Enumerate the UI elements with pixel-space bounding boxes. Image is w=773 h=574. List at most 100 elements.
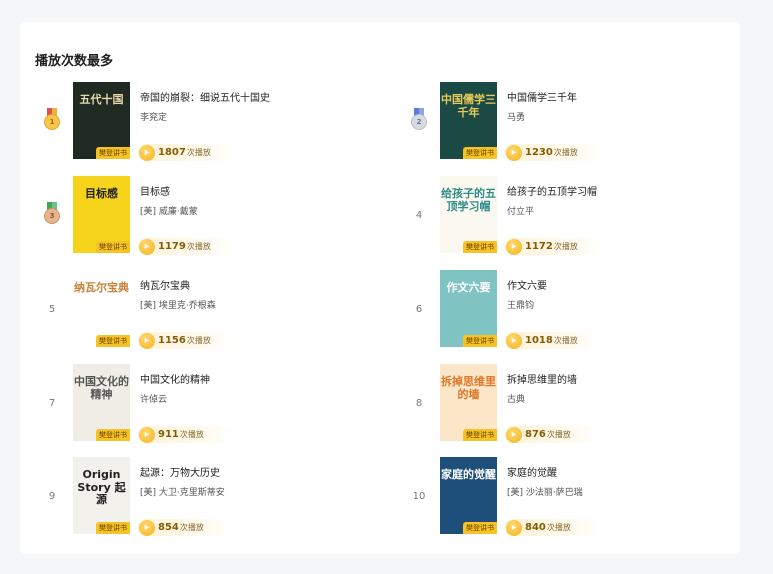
book-title[interactable]: 给孩子的五顶学习帽 [507,183,597,198]
rank-number: 4 [415,209,423,221]
rank-medal: 3 [40,176,64,254]
book-author: [美] 大卫·克里斯蒂安 [140,488,225,498]
play-suffix: 次播放 [179,523,204,532]
play-count-number: 1807 [158,147,186,158]
book-author: 付立平 [507,207,535,217]
play-icon: ▶ [139,426,155,443]
cover-title: 中国儒学三千年 [441,93,496,119]
tag-label: 樊登讲书 [463,429,497,441]
play-suffix: 次播放 [553,336,578,345]
book-title[interactable]: 拆掉思维里的墙 [507,371,577,386]
play-count-number: 876 [525,429,546,440]
book-item[interactable]: 2 中国儒学三千年 樊登讲书 中国儒学三千年 马勇 ▶ 1230 次播放 [407,82,747,161]
book-item[interactable]: 9 Origin Story 起源 樊登讲书 起源：万物大历史 [美] 大卫·克里斯蒂安… [40,457,380,536]
book-title[interactable]: 作文六要 [507,277,547,292]
book-cover[interactable]: Origin Story 起源樊登讲书 [73,457,130,534]
play-icon: ▶ [139,144,155,161]
book-title[interactable]: 纳瓦尔宝典 [140,277,190,292]
play-suffix: 次播放 [546,430,571,439]
cover-title: 五代十国 [79,93,124,106]
cover-title: 家庭的觉醒 [441,468,496,481]
book-title[interactable]: 家庭的觉醒 [507,464,557,479]
book-cover[interactable]: 中国儒学三千年樊登讲书 [440,82,497,159]
play-count-number: 1018 [525,335,553,346]
cover-title: 作文六要 [446,281,491,294]
play-suffix: 次播放 [186,242,211,251]
cover-title: 纳瓦尔宝典 [74,281,129,294]
play-icon: ▶ [139,238,155,255]
play-icon: ▶ [506,519,522,536]
play-count: ▶ 1156 次播放 [138,332,234,349]
tag-label: 樊登讲书 [96,147,130,159]
book-title[interactable]: 目标感 [140,183,170,198]
play-count-number: 911 [158,429,179,440]
tag-label: 樊登讲书 [96,241,130,253]
book-author: [美] 埃里克·乔根森 [140,301,216,311]
book-author: [美] 威廉·戴蒙 [140,207,198,217]
play-count: ▶ 876 次播放 [505,426,601,443]
book-cover[interactable]: 作文六要樊登讲书 [440,270,497,347]
play-suffix: 次播放 [553,148,578,157]
tag-label: 樊登讲书 [463,335,497,347]
rank-number: 5 [48,303,56,315]
play-icon: ▶ [506,238,522,255]
cover-title: Origin Story 起源 [77,468,126,507]
book-author: 马勇 [507,113,526,123]
cover-title: 给孩子的五顶学习帽 [441,187,496,213]
rank-medal: 2 [407,82,431,160]
play-count: ▶ 840 次播放 [505,519,601,536]
book-cover[interactable]: 拆掉思维里的墙 樊登讲书 [440,364,497,441]
rank-number: 2 [411,114,427,130]
medal-icon: 3 [44,202,60,228]
play-count: ▶ 911 次播放 [138,426,234,443]
play-icon: ▶ [139,519,155,536]
play-count-number: 1172 [525,241,553,252]
tag-label: 樊登讲书 [96,522,130,534]
tag-label: 樊登讲书 [463,522,497,534]
book-item[interactable]: 8 拆掉思维里的墙 樊登讲书 拆掉思维里的墙 古典 ▶ 876 次播放 [407,364,747,443]
book-item[interactable]: 1 五代十国 樊登讲书 帝国的崩裂：细说五代十国史 李兖定 ▶ 1807 次播放 [40,82,380,161]
rank-number: 8 [415,397,423,409]
book-title[interactable]: 中国儒学三千年 [507,89,577,104]
play-count-number: 1156 [158,335,186,346]
book-cover[interactable]: 五代十国樊登讲书 [73,82,130,159]
tag-label: 樊登讲书 [96,335,130,347]
tag-label: 樊登讲书 [96,429,130,441]
book-cover[interactable]: 目标感樊登讲书 [73,176,130,253]
play-suffix: 次播放 [546,523,571,532]
play-icon: ▶ [506,332,522,349]
rank-number: 9 [48,490,56,502]
play-icon: ▶ [506,426,522,443]
ranking-card: 播放次数最多 1 五代十国 樊登讲书 帝国的崩裂：细说五代十国史 李兖定 ▶ 1807 次播放… [20,22,740,554]
play-suffix: 次播放 [179,430,204,439]
book-title[interactable]: 中国文化的精神 [140,371,210,386]
tag-label: 樊登讲书 [463,241,497,253]
play-suffix: 次播放 [553,242,578,251]
book-cover[interactable]: 家庭的觉醒樊登讲书 [440,457,497,534]
book-item[interactable]: 4 给孩子的五顶学习帽 樊登讲书 给孩子的五顶学习帽 付立平 ▶ 1172 次播放 [407,176,747,255]
play-count-number: 854 [158,522,179,533]
play-count: ▶ 1807 次播放 [138,144,234,161]
book-item[interactable]: 7 中国文化的精神 樊登讲书 中国文化的精神 许倬云 ▶ 911 次播放 [40,364,380,443]
cover-title: 中国文化的精神 [74,375,129,401]
play-count: ▶ 1018 次播放 [505,332,601,349]
play-count: ▶ 1230 次播放 [505,144,601,161]
book-cover[interactable]: 纳瓦尔宝典樊登讲书 [73,270,130,347]
cover-title: 目标感 [85,187,118,200]
book-title[interactable]: 帝国的崩裂：细说五代十国史 [140,89,270,104]
book-item[interactable]: 5 纳瓦尔宝典 樊登讲书 纳瓦尔宝典 [美] 埃里克·乔根森 ▶ 1156 次播放 [40,270,380,349]
play-count-number: 840 [525,522,546,533]
rank-number: 7 [48,397,56,409]
play-suffix: 次播放 [186,336,211,345]
rank-number: 10 [412,490,426,502]
book-item[interactable]: 6 作文六要 樊登讲书 作文六要 王鼎钧 ▶ 1018 次播放 [407,270,747,349]
tag-label: 樊登讲书 [463,147,497,159]
book-item[interactable]: 3 目标感 樊登讲书 目标感 [美] 威廉·戴蒙 ▶ 1179 次播放 [40,176,380,255]
book-title[interactable]: 起源：万物大历史 [140,464,220,479]
book-author: 王鼎钧 [507,301,535,311]
medal-icon: 1 [44,108,60,134]
book-cover[interactable]: 给孩子的五顶学习帽樊登讲书 [440,176,497,253]
book-item[interactable]: 10 家庭的觉醒 樊登讲书 家庭的觉醒 [美] 沙法丽·萨巴瑞 ▶ 840 次播放 [407,457,747,536]
book-cover[interactable]: 中国文化的精神樊登讲书 [73,364,130,441]
play-icon: ▶ [506,144,522,161]
